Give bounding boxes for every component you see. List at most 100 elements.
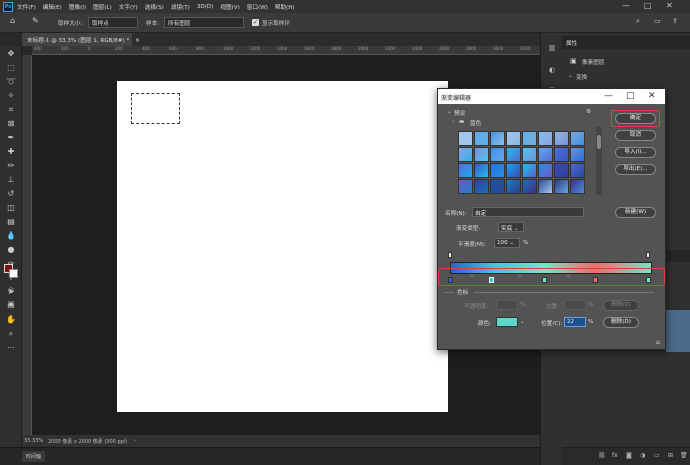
- link-layers-icon[interactable]: ⛓: [598, 452, 606, 459]
- transform-section-label[interactable]: 变换: [576, 73, 587, 81]
- menu-layer[interactable]: 图层(L): [93, 3, 112, 11]
- move-tool-icon[interactable]: ✥: [5, 48, 17, 60]
- menu-type[interactable]: 文字(Y): [119, 3, 138, 11]
- blue-folder-label[interactable]: 蓝色: [470, 119, 481, 127]
- background-color-swatch[interactable]: [9, 269, 18, 278]
- menu-filter[interactable]: 滤镜(T): [171, 3, 190, 11]
- dialog-minimize-button[interactable]: —: [604, 90, 613, 102]
- gradient-preset-swatch[interactable]: [570, 179, 585, 194]
- gradient-preset-swatch[interactable]: [554, 179, 569, 194]
- healing-brush-icon[interactable]: ✚: [5, 146, 17, 158]
- window-minimize-button[interactable]: —: [622, 1, 630, 10]
- layer-mask-icon[interactable]: ◙: [626, 452, 632, 459]
- cancel-button[interactable]: 取消: [615, 130, 656, 141]
- gradient-preset-swatch[interactable]: [490, 163, 505, 178]
- brush-tool-icon[interactable]: ✏: [5, 160, 17, 172]
- fx-icon[interactable]: fx: [612, 452, 618, 459]
- gradient-preset-swatch[interactable]: [474, 131, 489, 146]
- gradient-preset-swatch[interactable]: [506, 131, 521, 146]
- location-c-input[interactable]: 22: [564, 317, 586, 327]
- gradient-preset-swatch[interactable]: [538, 147, 553, 162]
- menu-select[interactable]: 选择(S): [145, 3, 164, 11]
- ok-button[interactable]: 确定: [615, 113, 656, 124]
- gradient-tool-icon[interactable]: ▤: [5, 216, 17, 228]
- gradient-preset-swatch[interactable]: [570, 131, 585, 146]
- menu-view[interactable]: 视图(V): [220, 3, 239, 11]
- blur-tool-icon[interactable]: 💧: [5, 230, 17, 242]
- gradient-preset-swatch[interactable]: [538, 163, 553, 178]
- share-icon[interactable]: ⇪: [672, 17, 678, 25]
- sample-select[interactable]: 所有图层: [164, 17, 244, 28]
- eraser-tool-icon[interactable]: ◫: [5, 202, 17, 214]
- menu-help[interactable]: 帮助(H): [275, 3, 295, 11]
- presets-label[interactable]: 预设: [454, 109, 465, 117]
- gradient-preset-swatch[interactable]: [506, 163, 521, 178]
- workspace-icon[interactable]: ▭: [654, 17, 661, 25]
- resize-grip-icon[interactable]: ⌂: [656, 339, 660, 346]
- gradient-preset-swatch[interactable]: [538, 131, 553, 146]
- gradient-preset-swatch[interactable]: [458, 147, 473, 162]
- gradient-preset-swatch[interactable]: [474, 179, 489, 194]
- smoothness-input[interactable]: 100 ⌄: [494, 238, 520, 248]
- gradient-preset-swatch[interactable]: [490, 179, 505, 194]
- delete-color-stop-button[interactable]: 删除(D): [603, 317, 639, 328]
- opacity-input[interactable]: [496, 300, 518, 310]
- opacity-stop-left[interactable]: [448, 252, 452, 258]
- show-ring-checkbox[interactable]: ✓: [252, 19, 259, 26]
- dodge-tool-icon[interactable]: ●: [5, 244, 17, 256]
- menu-file[interactable]: 文件(F): [17, 3, 36, 11]
- hand-tool-icon[interactable]: ✋: [5, 314, 17, 326]
- gradient-preset-swatch[interactable]: [458, 163, 473, 178]
- quick-mask-icon[interactable]: ◎: [5, 284, 17, 296]
- quick-select-tool-icon[interactable]: ✧: [5, 90, 17, 102]
- new-layer-icon[interactable]: ⊞: [668, 452, 673, 459]
- gradient-preset-swatch[interactable]: [490, 131, 505, 146]
- gradient-preset-swatch[interactable]: [490, 147, 505, 162]
- presets-scrollbar-thumb[interactable]: [597, 135, 601, 149]
- window-close-button[interactable]: ✕: [666, 1, 673, 10]
- location-input[interactable]: [564, 300, 586, 310]
- dialog-titlebar[interactable]: 渐变编辑器 — □ ✕: [438, 89, 665, 104]
- marquee-tool-icon[interactable]: ⬚: [5, 62, 17, 74]
- gradient-preset-swatch[interactable]: [522, 147, 537, 162]
- zoom-tool-icon[interactable]: ⌕: [5, 328, 17, 340]
- name-input[interactable]: 自定: [472, 207, 584, 217]
- frame-tool-icon[interactable]: ⊠: [5, 118, 17, 130]
- properties-panel-title[interactable]: 属性: [566, 39, 577, 47]
- document-tab-close-icon[interactable]: ✕: [135, 38, 140, 44]
- delete-opacity-stop-button[interactable]: 删除(D): [603, 300, 639, 311]
- menu-image[interactable]: 图像(I): [69, 3, 86, 11]
- dialog-close-button[interactable]: ✕: [648, 90, 656, 102]
- gradient-preset-swatch[interactable]: [522, 163, 537, 178]
- history-brush-icon[interactable]: ↺: [5, 188, 17, 200]
- stamp-tool-icon[interactable]: ⊥: [5, 174, 17, 186]
- stop-color-swatch[interactable]: [496, 317, 518, 327]
- timeline-tab[interactable]: 时间轴: [22, 451, 46, 462]
- eyedropper-tool-icon[interactable]: ✎: [32, 16, 39, 25]
- search-icon[interactable]: ⌕: [636, 17, 640, 26]
- gradient-preset-swatch[interactable]: [538, 179, 553, 194]
- gradient-preset-swatch[interactable]: [474, 147, 489, 162]
- gradient-type-select[interactable]: 实底 ⌄: [498, 222, 524, 232]
- gradient-preset-swatch[interactable]: [554, 163, 569, 178]
- gradient-preset-swatch[interactable]: [570, 147, 585, 162]
- dialog-maximize-button[interactable]: □: [626, 90, 635, 102]
- menu-3d[interactable]: 3D(D): [197, 4, 214, 10]
- menu-window[interactable]: 窗口(W): [247, 3, 268, 11]
- history-panel-icon[interactable]: ▥: [547, 43, 557, 53]
- transform-chevron-icon[interactable]: ⌄: [568, 73, 573, 79]
- color-panel-icon[interactable]: ◐: [547, 65, 557, 75]
- gradient-preset-swatch[interactable]: [570, 163, 585, 178]
- gradient-preset-swatch[interactable]: [522, 131, 537, 146]
- presets-gear-icon[interactable]: ⚙: [586, 109, 591, 115]
- gradient-preset-swatch[interactable]: [474, 163, 489, 178]
- gradient-preset-swatch[interactable]: [506, 179, 521, 194]
- eyedropper-icon[interactable]: ✒: [5, 132, 17, 144]
- gradient-preset-swatch[interactable]: [554, 147, 569, 162]
- more-tools-icon[interactable]: …: [5, 340, 17, 352]
- crop-tool-icon[interactable]: ⌗: [5, 104, 17, 116]
- document-canvas[interactable]: [117, 81, 448, 412]
- zoom-level[interactable]: 33.33%: [24, 438, 43, 444]
- opacity-stop-right[interactable]: [646, 252, 650, 258]
- import-button[interactable]: 导入(I)...: [615, 147, 656, 158]
